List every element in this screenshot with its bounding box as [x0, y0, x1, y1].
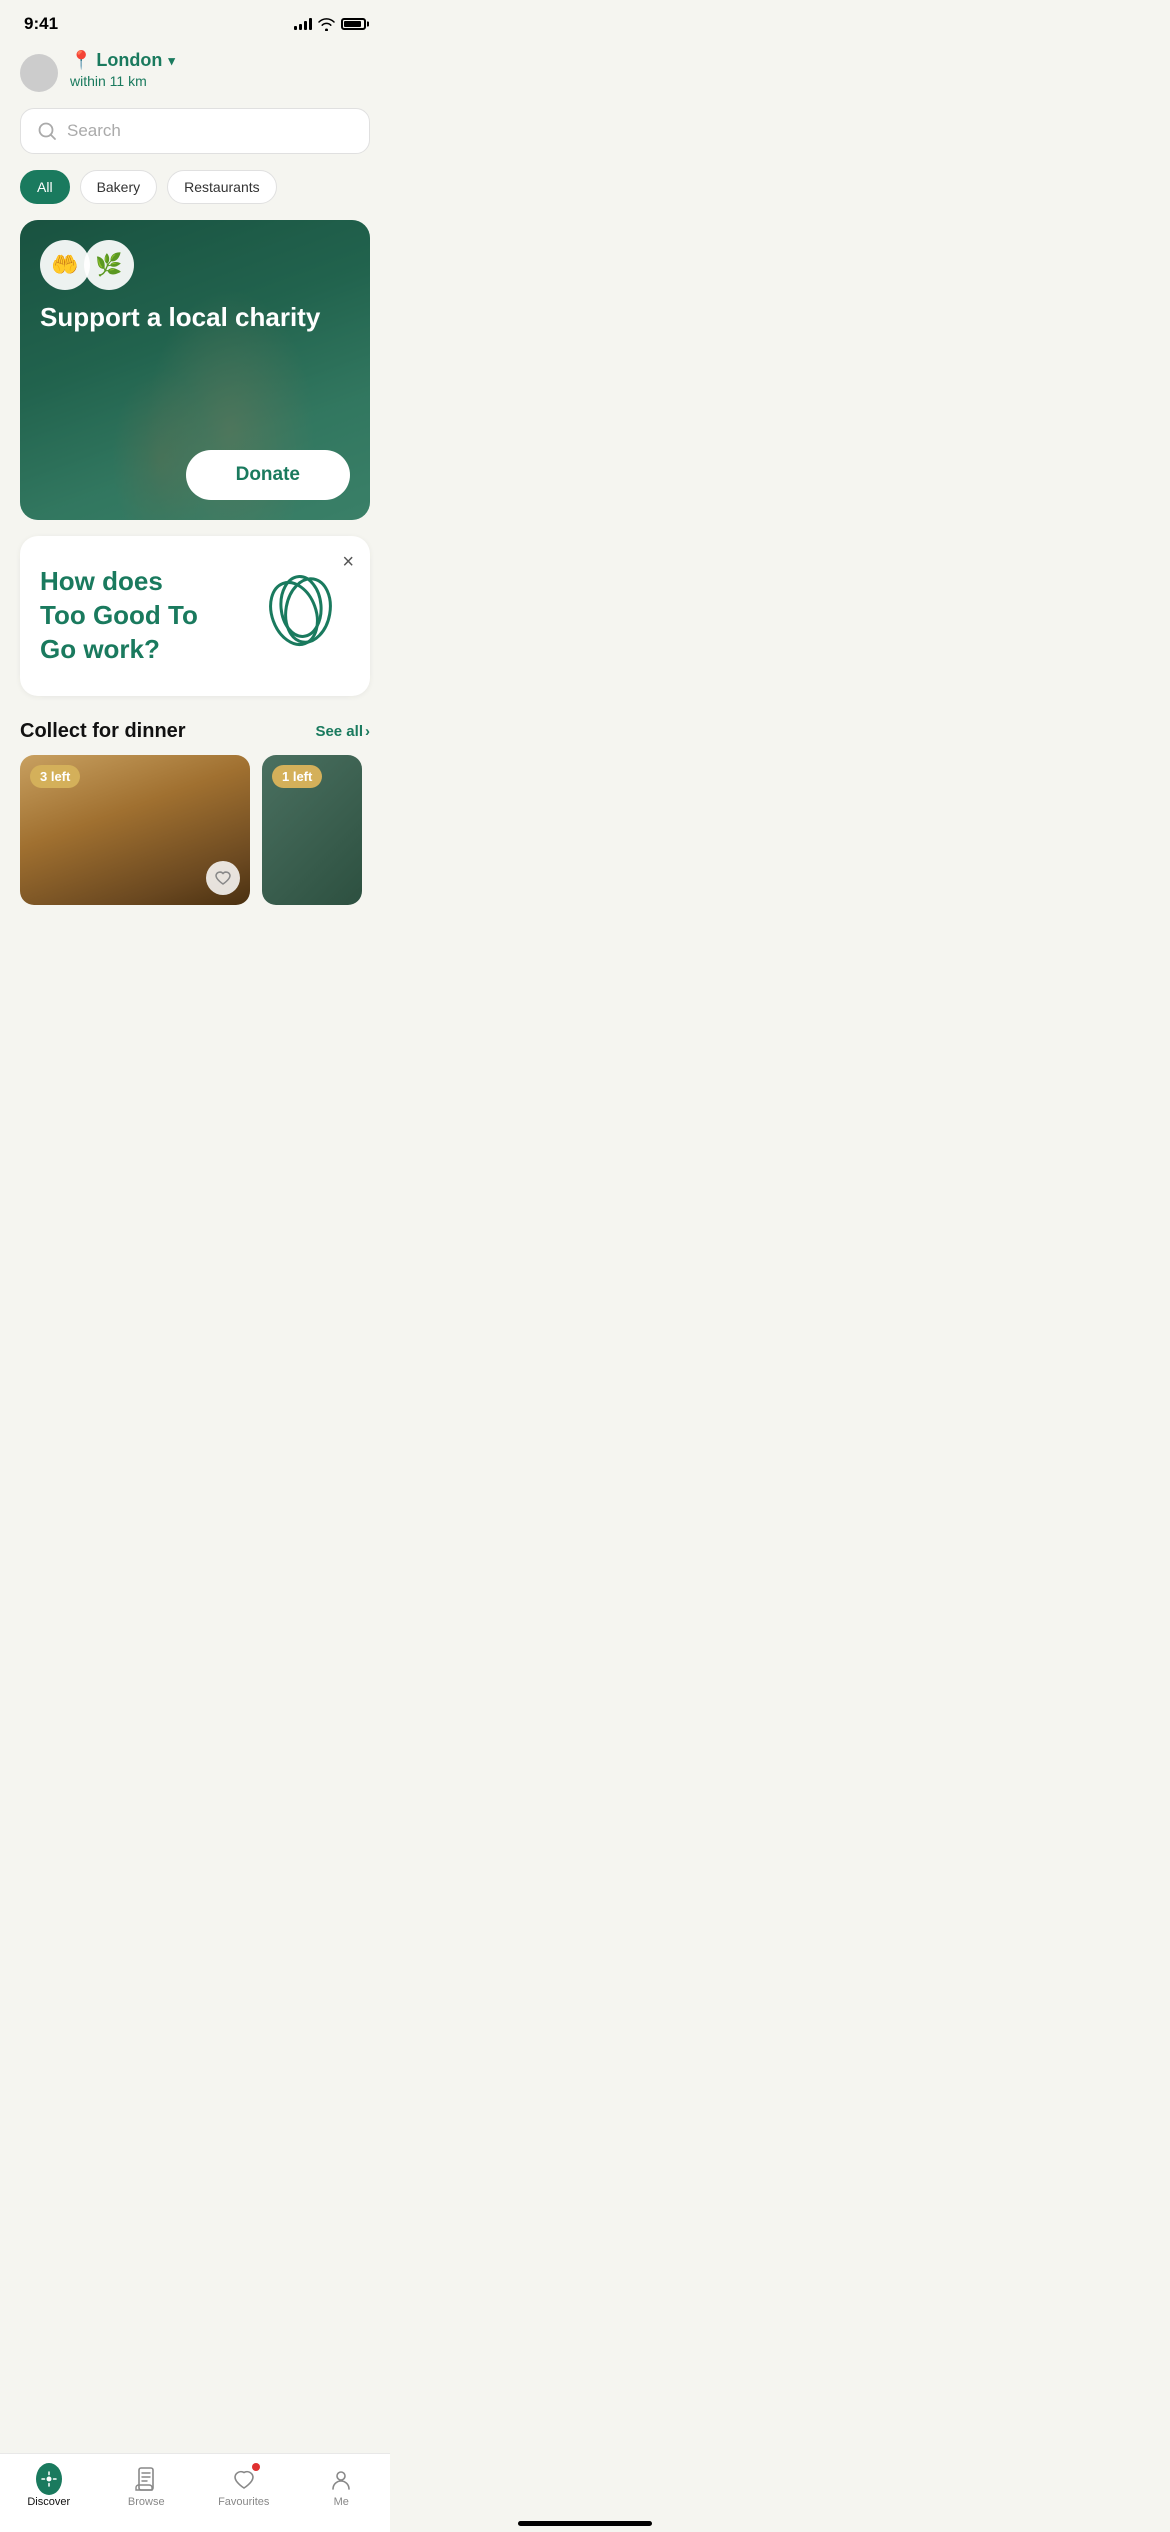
section-title: Collect for dinner	[20, 720, 186, 743]
category-restaurants[interactable]: Restaurants	[167, 170, 276, 204]
food-card-1[interactable]: 3 left	[20, 755, 250, 905]
charity-title: Support a local charity	[40, 302, 350, 333]
nav-item-favourites[interactable]: Favourites	[214, 2466, 274, 2508]
search-placeholder: Search	[67, 121, 121, 141]
nav-item-discover[interactable]: Discover	[19, 2466, 79, 2508]
status-bar: 9:41	[0, 0, 390, 42]
me-icon	[328, 2466, 354, 2492]
tgtg-logo-container	[256, 569, 346, 664]
discover-icon	[36, 2466, 62, 2492]
status-icons	[294, 18, 366, 31]
tgtg-logo-icon	[256, 569, 346, 659]
city-name: London	[96, 50, 162, 71]
location-info[interactable]: 📍 London ▾ within 11 km	[70, 50, 175, 89]
search-bar[interactable]: Search	[20, 108, 370, 154]
charity-content: 🤲 🌿 Support a local charity Donate	[20, 220, 370, 520]
charity-icon-leaf: 🌿	[84, 240, 134, 290]
nav-label-me: Me	[334, 2496, 349, 2508]
header: 📍 London ▾ within 11 km	[0, 42, 390, 104]
food-card-heart-1[interactable]	[206, 861, 240, 895]
signal-icon	[294, 18, 312, 30]
see-all-link[interactable]: See all ›	[315, 723, 370, 740]
nav-label-favourites: Favourites	[218, 2496, 269, 2508]
info-card-question: How does Too Good To Go work?	[40, 565, 211, 666]
search-icon	[37, 121, 57, 141]
search-container: Search	[0, 104, 390, 170]
nav-item-browse[interactable]: Browse	[116, 2466, 176, 2508]
wifi-icon	[318, 18, 335, 31]
info-card: × How does Too Good To Go work?	[20, 536, 370, 696]
food-card-badge-2: 1 left	[272, 765, 322, 788]
avatar	[20, 54, 58, 92]
category-strip: All Bakery Restaurants	[0, 170, 390, 220]
donate-button[interactable]: Donate	[186, 450, 350, 500]
nav-item-me[interactable]: Me	[311, 2466, 371, 2508]
category-bakery[interactable]: Bakery	[80, 170, 158, 204]
charity-icons-row: 🤲 🌿	[40, 240, 350, 290]
home-indicator	[518, 2521, 652, 2526]
food-cards-row: 3 left 1 left	[0, 755, 390, 925]
status-time: 9:41	[24, 14, 58, 34]
collect-section-header: Collect for dinner See all ›	[0, 712, 390, 755]
charity-banner: 🤲 🌿 Support a local charity Donate	[20, 220, 370, 520]
nav-label-discover: Discover	[27, 2496, 70, 2508]
nav-label-browse: Browse	[128, 2496, 165, 2508]
location-city[interactable]: 📍 London ▾	[70, 50, 175, 71]
charity-icon-hands: 🤲	[40, 240, 90, 290]
chevron-right-icon: ›	[365, 723, 370, 740]
location-pin-icon: 📍	[70, 50, 92, 71]
favourites-icon	[231, 2466, 257, 2492]
food-card-2[interactable]: 1 left	[262, 755, 362, 905]
chevron-down-icon: ▾	[168, 53, 175, 69]
favourites-badge	[252, 2463, 260, 2471]
discover-active-circle	[36, 2463, 62, 2495]
food-card-badge-1: 3 left	[30, 765, 80, 788]
battery-icon	[341, 18, 366, 30]
browse-icon	[133, 2466, 159, 2492]
category-all[interactable]: All	[20, 170, 70, 204]
see-all-label: See all	[315, 723, 363, 740]
charity-bottom: Donate	[40, 450, 350, 500]
bottom-nav: Discover Browse Favourites	[0, 2453, 390, 2532]
location-distance: within 11 km	[70, 73, 175, 89]
